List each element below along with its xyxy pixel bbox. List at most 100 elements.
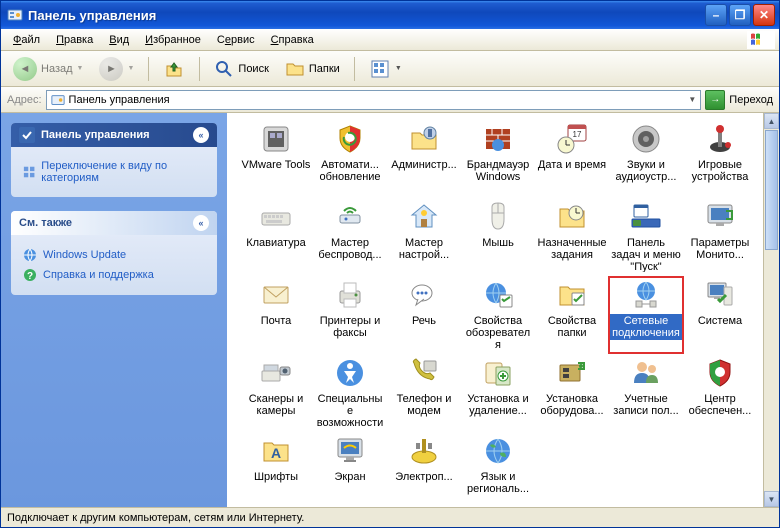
minimize-button[interactable]: – — [705, 4, 727, 26]
help-link[interactable]: ? Справка и поддержка — [23, 265, 205, 285]
body: Панель управления « Переключение к виду … — [1, 113, 779, 507]
keyboard-icon — [260, 201, 292, 233]
close-button[interactable]: ✕ — [753, 4, 775, 26]
cp-item-addremove[interactable]: Установка и удаление... — [461, 355, 535, 431]
task-header-cp[interactable]: Панель управления « — [11, 123, 217, 147]
search-button[interactable]: Поиск — [208, 57, 274, 81]
security-icon — [704, 357, 736, 389]
vertical-scrollbar[interactable]: ▲ ▼ — [763, 113, 779, 507]
cp-item-label: Установка и удаление... — [461, 392, 535, 418]
cp-item-scanner[interactable]: Сканеры и камеры — [239, 355, 313, 431]
cp-item-addhw[interactable]: Установка оборудова... — [535, 355, 609, 431]
mail-icon — [260, 279, 292, 311]
scanner-icon — [260, 357, 292, 389]
cp-item-fonts[interactable]: Шрифты — [239, 433, 313, 507]
toolbar: ◄Назад▼ ►▼ Поиск Папки ▼ — [1, 51, 779, 87]
cp-item-label: Администр... — [389, 158, 459, 172]
cp-item-printer[interactable]: Принтеры и факсы — [313, 277, 387, 353]
nethome-icon — [408, 201, 440, 233]
cp-item-label: Принтеры и факсы — [313, 314, 387, 340]
address-label: Адрес: — [7, 94, 42, 106]
titlebar[interactable]: Панель управления – ❐ ✕ — [1, 1, 779, 29]
addhw-icon — [556, 357, 588, 389]
cp-item-display[interactable]: Экран — [313, 433, 387, 507]
menu-view[interactable]: Вид — [101, 32, 137, 48]
cp-item-vm[interactable]: VMware Tools — [239, 121, 313, 197]
cp-item-regional[interactable]: Язык и региональ... — [461, 433, 535, 507]
go-label[interactable]: Переход — [729, 94, 773, 106]
statusbar: Подключает к другим компьютерам, сетям и… — [1, 507, 779, 527]
cp-item-label: VMware Tools — [240, 158, 313, 172]
cp-item-label: Речь — [410, 314, 438, 328]
cp-item-shield[interactable]: Автомати... обновление — [313, 121, 387, 197]
mouse-icon — [482, 201, 514, 233]
chevron-up-icon[interactable]: « — [193, 127, 209, 143]
cp-item-wireless[interactable]: Мастер беспровод... — [313, 199, 387, 275]
folderopt-icon — [556, 279, 588, 311]
address-drop-icon[interactable]: ▼ — [688, 95, 696, 104]
cp-item-mail[interactable]: Почта — [239, 277, 313, 353]
task-header-seealso[interactable]: См. также « — [11, 211, 217, 235]
cp-item-label: Клавиатура — [244, 236, 308, 250]
taskbar-icon — [630, 201, 662, 233]
menu-file[interactable]: Файл — [5, 32, 48, 48]
cp-item-speaker[interactable]: Звуки и аудиоустр... — [609, 121, 683, 197]
address-input[interactable]: Панель управления ▼ — [46, 90, 702, 110]
cp-item-label: Свойства обозревателя — [461, 314, 535, 350]
menu-favorites[interactable]: Избранное — [137, 32, 209, 48]
forward-button[interactable]: ►▼ — [93, 55, 140, 83]
go-button[interactable]: → — [705, 90, 725, 110]
up-button[interactable] — [157, 56, 191, 82]
window: Панель управления – ❐ ✕ Файл Правка Вид … — [0, 0, 780, 528]
folders-button[interactable]: Папки — [279, 57, 346, 81]
cp-item-taskbar[interactable]: Панель задач и меню "Пуск" — [609, 199, 683, 275]
cp-item-users[interactable]: Учетные записи пол... — [609, 355, 683, 431]
cp-item-inetopt[interactable]: Свойства обозревателя — [461, 277, 535, 353]
speech-icon — [408, 279, 440, 311]
cp-item-mouse[interactable]: Мышь — [461, 199, 535, 275]
firewall-icon — [482, 123, 514, 155]
views-button[interactable]: ▼ — [363, 56, 408, 82]
sched-icon — [556, 201, 588, 233]
power-icon — [408, 435, 440, 467]
cp-item-keyboard[interactable]: Клавиатура — [239, 199, 313, 275]
windows-flag-icon — [747, 31, 775, 49]
cp-item-phone[interactable]: Телефон и модем — [387, 355, 461, 431]
menu-help[interactable]: Справка — [263, 32, 322, 48]
cp-item-joystick[interactable]: Игровые устройства — [683, 121, 757, 197]
cp-item-label: Игровые устройства — [683, 158, 757, 184]
users-icon — [630, 357, 662, 389]
windows-update-link[interactable]: Windows Update — [23, 245, 205, 265]
scroll-down-button[interactable]: ▼ — [764, 491, 779, 507]
netconn-icon — [630, 279, 662, 311]
cp-item-label: Сетевые подключения — [609, 314, 683, 340]
category-icon — [23, 165, 35, 179]
chevron-up-icon[interactable]: « — [193, 215, 209, 231]
cp-item-security[interactable]: Центр обеспечен... — [683, 355, 757, 431]
cp-item-clock[interactable]: Дата и время — [535, 121, 609, 197]
menu-edit[interactable]: Правка — [48, 32, 101, 48]
menu-tools[interactable]: Сервис — [209, 32, 263, 48]
cp-item-netconn[interactable]: Сетевые подключения — [609, 277, 683, 353]
scroll-up-button[interactable]: ▲ — [764, 113, 779, 129]
cp-item-nethome[interactable]: Мастер настрой... — [387, 199, 461, 275]
cp-item-label: Автомати... обновление — [313, 158, 387, 184]
cp-item-firewall[interactable]: Брандмауэр Windows — [461, 121, 535, 197]
maximize-button[interactable]: ❐ — [729, 4, 751, 26]
switch-view-link[interactable]: Переключение к виду по категориям — [23, 157, 205, 187]
cp-item-folderopt[interactable]: Свойства папки — [535, 277, 609, 353]
admin-icon — [408, 123, 440, 155]
fonts-icon — [260, 435, 292, 467]
scroll-thumb[interactable] — [765, 130, 778, 250]
cp-item-admin[interactable]: Администр... — [387, 121, 461, 197]
cp-item-system[interactable]: Система — [683, 277, 757, 353]
cp-item-label: Мастер беспровод... — [313, 236, 387, 262]
phone-icon — [408, 357, 440, 389]
cp-item-speech[interactable]: Речь — [387, 277, 461, 353]
cp-item-power[interactable]: Электроп... — [387, 433, 461, 507]
cp-item-sched[interactable]: Назначенные задания — [535, 199, 609, 275]
back-button[interactable]: ◄Назад▼ — [7, 55, 89, 83]
cp-item-monitorcfg[interactable]: Параметры Монито... — [683, 199, 757, 275]
cp-item-access[interactable]: Специальные возможности — [313, 355, 387, 431]
printer-icon — [334, 279, 366, 311]
